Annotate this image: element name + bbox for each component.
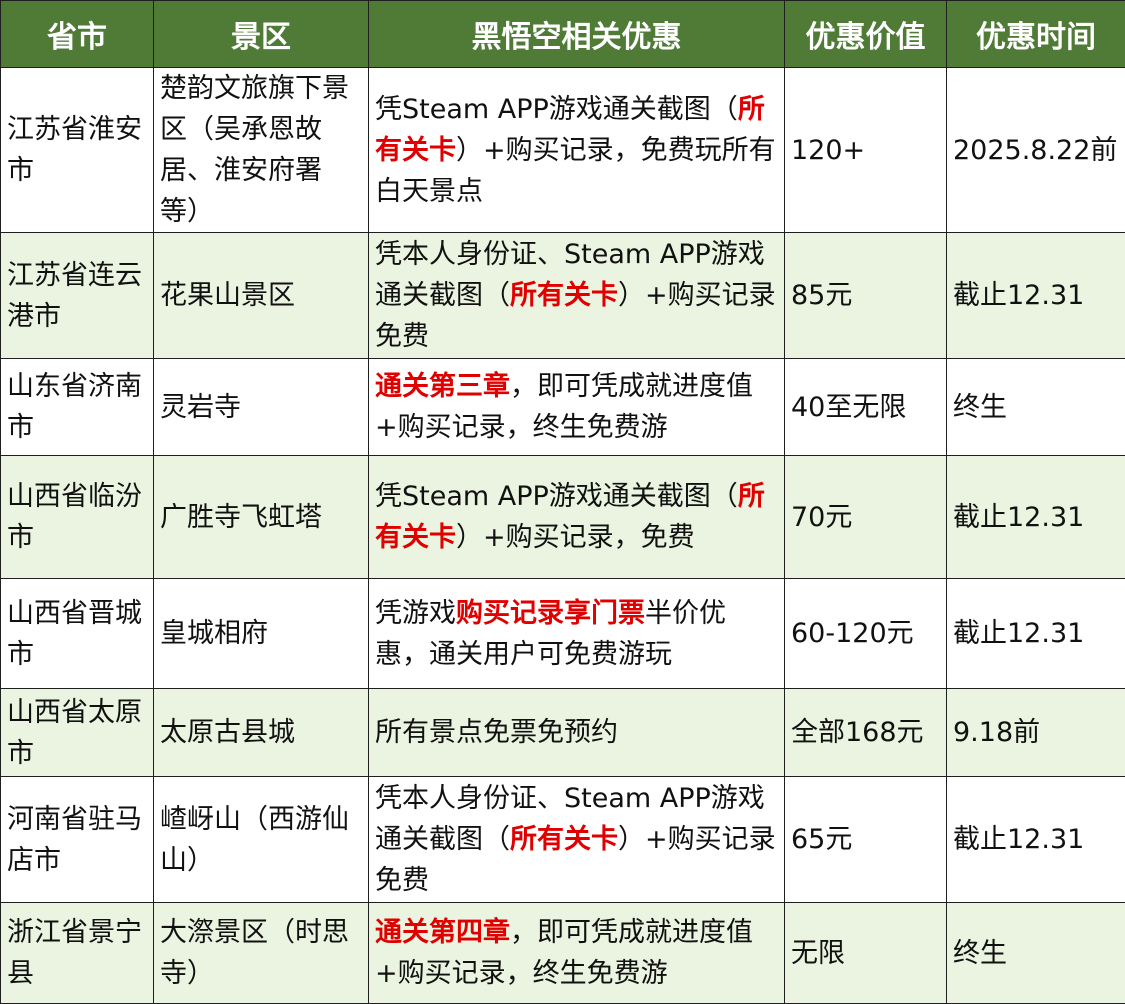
cell-offer: 凭Steam APP游戏通关截图（所有关卡）+购买记录，免费 <box>369 456 785 579</box>
header-province: 省市 <box>1 1 154 68</box>
offer-highlight: 通关第三章 <box>375 371 510 402</box>
cell-value: 40至无限 <box>785 359 947 456</box>
offer-text: 凭Steam APP游戏通关截图（ <box>375 481 738 512</box>
offer-highlight: 通关第四章 <box>375 917 510 948</box>
cell-offer: 凭本人身份证、Steam APP游戏通关截图（所有关卡）+购买记录免费 <box>369 233 785 359</box>
offer-highlight: 所有关卡 <box>510 824 618 855</box>
cell-province: 山西省晋城市 <box>1 579 154 689</box>
cell-offer: 通关第四章，即可凭成就进度值+购买记录，终生免费游 <box>369 903 785 1004</box>
table-row: 浙江省景宁县大漈景区（时思寺）通关第四章，即可凭成就进度值+购买记录，终生免费游… <box>1 903 1125 1004</box>
cell-offer: 凭本人身份证、Steam APP游戏通关截图（所有关卡）+购买记录免费 <box>369 777 785 903</box>
cell-scenic: 楚韵文旅旗下景区（吴承恩故居、淮安府署等） <box>154 68 369 233</box>
cell-time: 终生 <box>947 903 1125 1004</box>
table-row: 江苏省连云港市花果山景区凭本人身份证、Steam APP游戏通关截图（所有关卡）… <box>1 233 1125 359</box>
cell-offer: 凭Steam APP游戏通关截图（所有关卡）+购买记录，免费玩所有白天景点 <box>369 68 785 233</box>
cell-time: 截止12.31 <box>947 579 1125 689</box>
cell-value: 无限 <box>785 903 947 1004</box>
cell-value: 85元 <box>785 233 947 359</box>
table-row: 山西省晋城市皇城相府凭游戏购买记录享门票半价优惠，通关用户可免费游玩60-120… <box>1 579 1125 689</box>
table-row: 山东省济南市灵岩寺通关第三章，即可凭成就进度值+购买记录，终生免费游40至无限终… <box>1 359 1125 456</box>
cell-scenic: 广胜寺飞虹塔 <box>154 456 369 579</box>
cell-province: 江苏省淮安市 <box>1 68 154 233</box>
cell-province: 山西省太原市 <box>1 689 154 777</box>
cell-province: 江苏省连云港市 <box>1 233 154 359</box>
offer-text: 凭Steam APP游戏通关截图（ <box>375 94 738 125</box>
cell-scenic: 皇城相府 <box>154 579 369 689</box>
cell-value: 70元 <box>785 456 947 579</box>
header-offer: 黑悟空相关优惠 <box>369 1 785 68</box>
cell-province: 山东省济南市 <box>1 359 154 456</box>
cell-value: 120+ <box>785 68 947 233</box>
cell-time: 终生 <box>947 359 1125 456</box>
cell-scenic: 大漈景区（时思寺） <box>154 903 369 1004</box>
cell-value: 65元 <box>785 777 947 903</box>
header-value: 优惠价值 <box>785 1 947 68</box>
cell-scenic: 灵岩寺 <box>154 359 369 456</box>
cell-province: 河南省驻马店市 <box>1 777 154 903</box>
offer-text: ）+购买记录，免费 <box>456 522 695 553</box>
cell-value: 60-120元 <box>785 579 947 689</box>
header-row: 省市 景区 黑悟空相关优惠 优惠价值 优惠时间 <box>1 1 1125 68</box>
cell-offer: 所有景点免票免预约 <box>369 689 785 777</box>
table-body: 江苏省淮安市楚韵文旅旗下景区（吴承恩故居、淮安府署等）凭Steam APP游戏通… <box>1 68 1125 1004</box>
table-row: 山西省临汾市广胜寺飞虹塔凭Steam APP游戏通关截图（所有关卡）+购买记录，… <box>1 456 1125 579</box>
table-row: 河南省驻马店市嵖岈山（西游仙山）凭本人身份证、Steam APP游戏通关截图（所… <box>1 777 1125 903</box>
offer-highlight: 所有关卡 <box>510 280 618 311</box>
cell-scenic: 太原古县城 <box>154 689 369 777</box>
cell-province: 山西省临汾市 <box>1 456 154 579</box>
offer-highlight: 购买记录享门票 <box>456 598 645 629</box>
cell-time: 2025.8.22前 <box>947 68 1125 233</box>
offer-text: 所有景点免票免预约 <box>375 717 618 748</box>
cell-scenic: 花果山景区 <box>154 233 369 359</box>
table-row: 江苏省淮安市楚韵文旅旗下景区（吴承恩故居、淮安府署等）凭Steam APP游戏通… <box>1 68 1125 233</box>
header-time: 优惠时间 <box>947 1 1125 68</box>
cell-value: 全部168元 <box>785 689 947 777</box>
offers-table: 省市 景区 黑悟空相关优惠 优惠价值 优惠时间 江苏省淮安市楚韵文旅旗下景区（吴… <box>0 0 1125 1004</box>
cell-scenic: 嵖岈山（西游仙山） <box>154 777 369 903</box>
cell-time: 9.18前 <box>947 689 1125 777</box>
cell-offer: 通关第三章，即可凭成就进度值+购买记录，终生免费游 <box>369 359 785 456</box>
table-row: 山西省太原市太原古县城所有景点免票免预约 全部168元9.18前 <box>1 689 1125 777</box>
header-scenic: 景区 <box>154 1 369 68</box>
offer-text: 凭游戏 <box>375 598 456 629</box>
cell-province: 浙江省景宁县 <box>1 903 154 1004</box>
cell-time: 截止12.31 <box>947 233 1125 359</box>
cell-offer: 凭游戏购买记录享门票半价优惠，通关用户可免费游玩 <box>369 579 785 689</box>
cell-time: 截止12.31 <box>947 777 1125 903</box>
cell-time: 截止12.31 <box>947 456 1125 579</box>
